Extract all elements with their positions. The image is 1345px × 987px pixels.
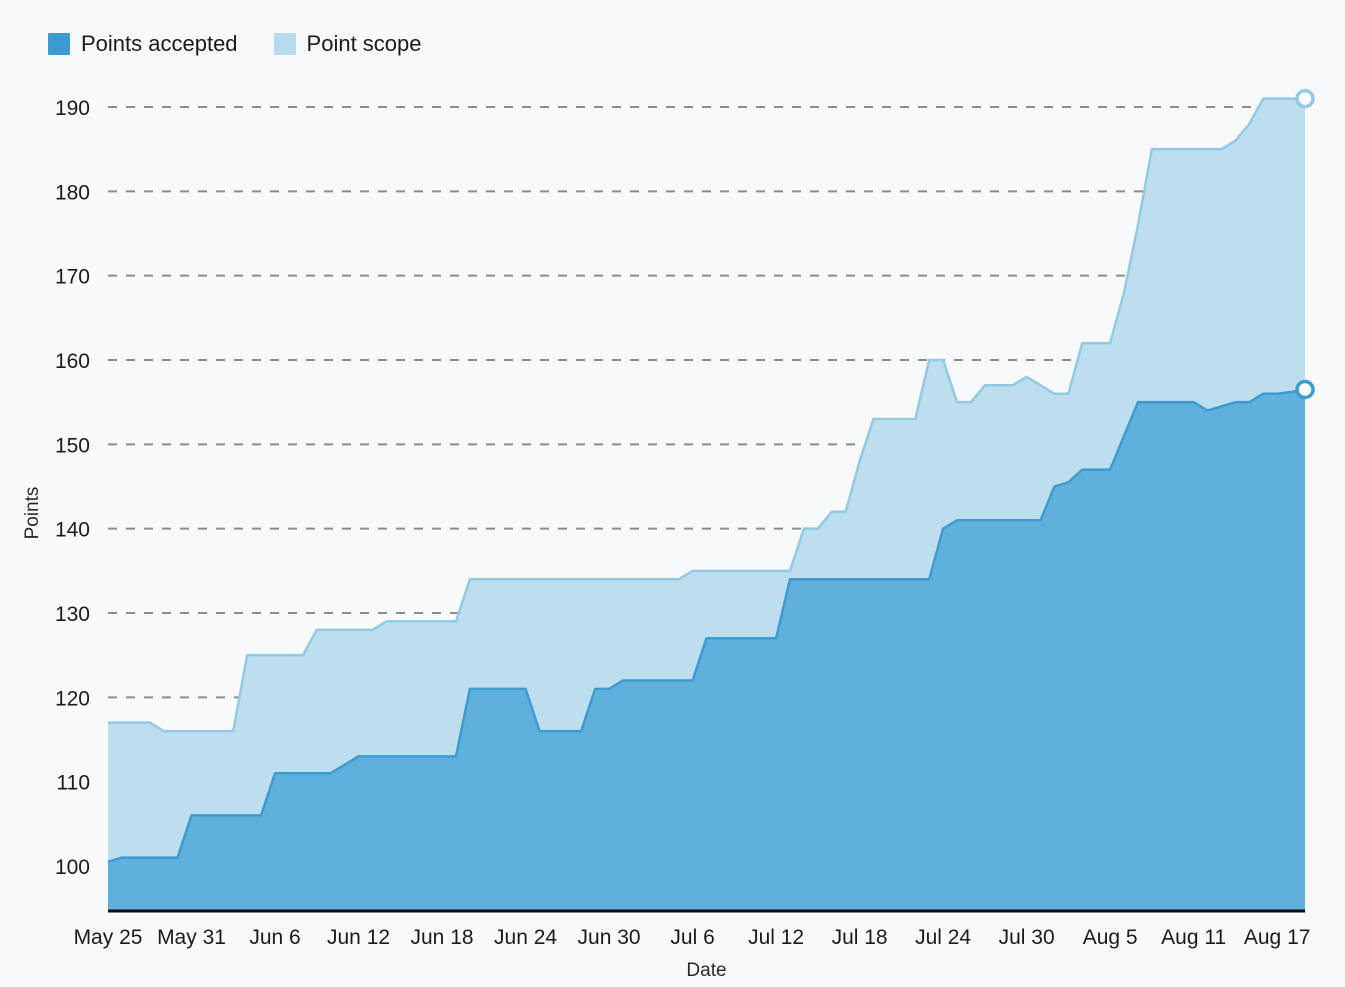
chart-series-areas [107, 97, 1306, 911]
y-tick-label: 140 [55, 519, 90, 542]
x-tick-label: Jun 6 [249, 926, 300, 949]
x-tick-label: Aug 11 [1161, 926, 1226, 949]
y-tick-label: 120 [55, 687, 90, 710]
x-tick-label: Aug 17 [1244, 926, 1311, 949]
y-tick-label: 130 [55, 603, 90, 626]
y-axis-tick-labels: 100 110 120 130 140 150 160 170 180 190 [55, 97, 90, 879]
x-tick-label: Jun 30 [578, 926, 641, 949]
x-tick-label: Jun 12 [327, 926, 390, 949]
x-tick-label: Jun 18 [411, 926, 474, 949]
y-tick-label: 110 [57, 772, 90, 795]
endpoint-marker-points-accepted[interactable] [1295, 379, 1315, 400]
x-axis-title: Date [686, 960, 726, 981]
y-tick-label: 160 [55, 350, 90, 373]
endpoint-marker-point-scope[interactable] [1295, 88, 1315, 109]
chart-svg: 100110120130140150160170180190 May 25 May… [22, 88, 1315, 981]
y-tick-label: 180 [55, 181, 90, 204]
y-tick-label: 190 [55, 97, 90, 120]
x-tick-label: Jul 30 [999, 926, 1055, 949]
x-tick-label: Jun 24 [494, 926, 557, 949]
x-tick-label: Jul 24 [915, 926, 971, 949]
x-tick-label: Aug 5 [1083, 926, 1138, 949]
x-axis-tick-labels: May 25 May 31 Jun 6 Jun 12 Jun 18 Jun 24 Jun 3… [74, 926, 1311, 949]
y-tick-label: 150 [55, 434, 90, 457]
y-tick-label: 170 [55, 266, 90, 289]
x-tick-label: May 25 [74, 926, 143, 949]
x-tick-label: Jul 18 [832, 926, 888, 949]
area-points-accepted [108, 389, 1305, 911]
y-axis-title: Points [22, 487, 43, 540]
y-tick-label: 100 [55, 856, 90, 879]
burnup-chart: 100 110 120 130 140 150 160 170 180 190 May 25 May… [0, 0, 1345, 987]
x-tick-label: Jul 6 [670, 926, 714, 949]
x-tick-label: May 31 [157, 926, 226, 949]
x-tick-label: Jul 12 [748, 926, 804, 949]
